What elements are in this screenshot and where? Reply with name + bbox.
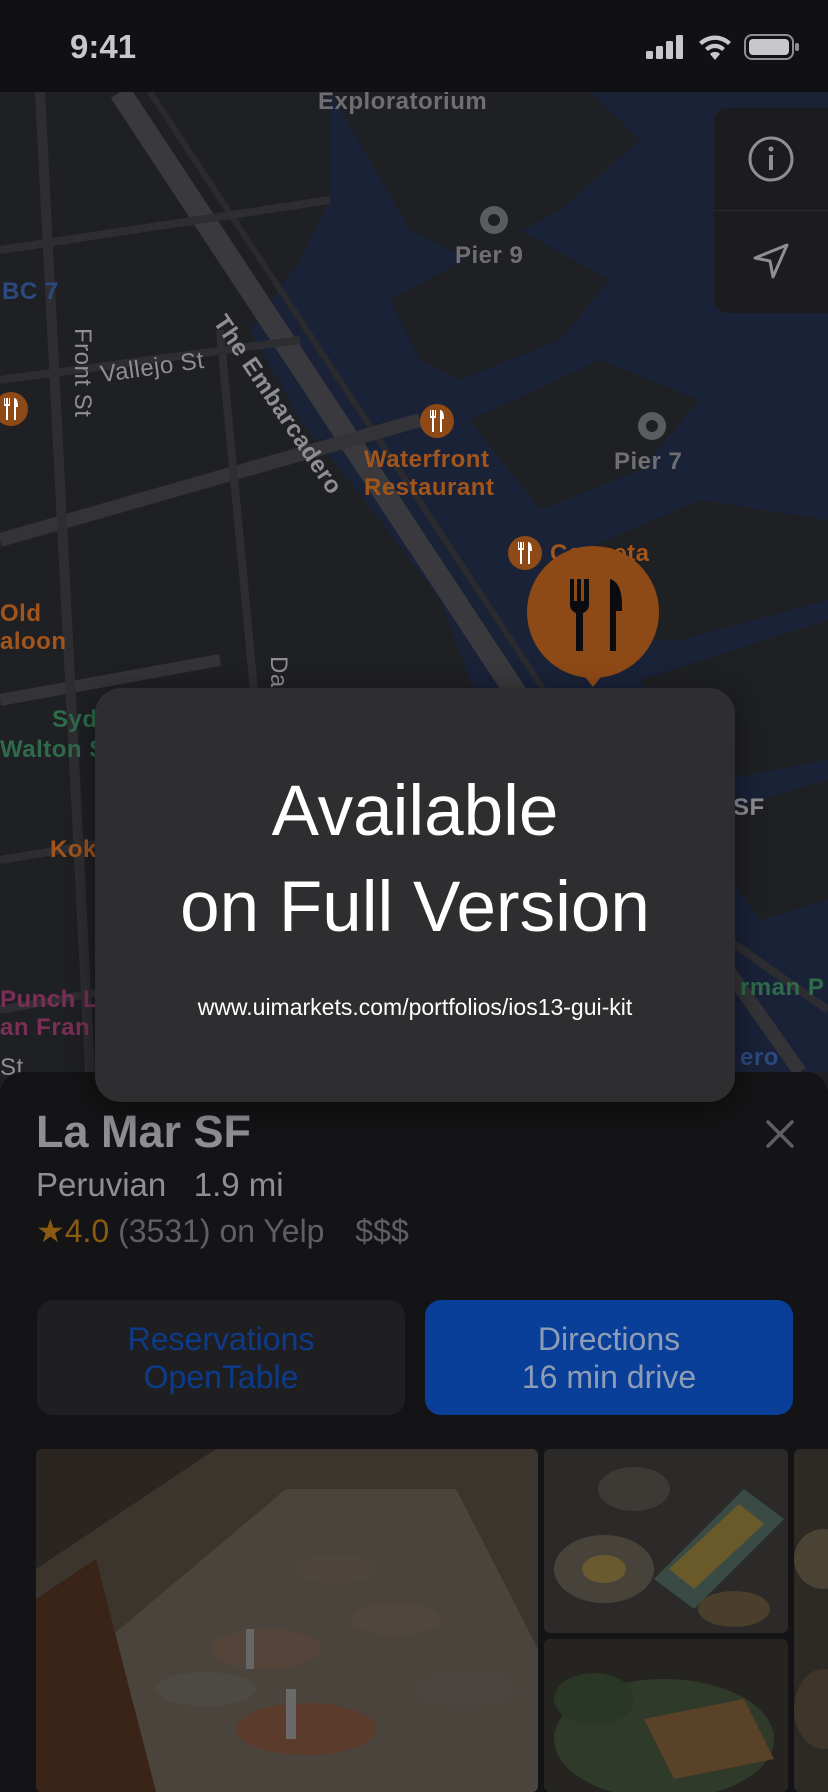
map-label-punch[interactable]: Punch L [0,986,98,1014]
reservations-button[interactable]: Reservations OpenTable [37,1300,405,1415]
fork-knife-pin-icon [527,546,659,687]
location-arrow-icon [753,243,789,279]
dish-photo [544,1639,788,1792]
map-label-pier-7[interactable]: Pier 7 [614,448,682,476]
cellular-signal-icon [646,35,683,59]
overlay-url-link[interactable]: www.uimarkets.com/portfolios/ios13-gui-k… [95,994,735,1021]
map-label-sf[interactable]: SF [733,794,765,822]
status-time: 9:41 [70,28,137,65]
pier-7-marker[interactable] [638,412,666,440]
place-card-sheet[interactable]: La Mar SF Peruvian 1.9 mi ★4.0 (3531) on… [0,1072,828,1792]
overlay-title: Available on Full Version [95,764,735,956]
current-location-button[interactable] [714,210,828,312]
overlay-title-line-2: on Full Version [180,868,650,947]
restaurant-poi-waterfront[interactable] [420,404,454,438]
map-label-exploratorium[interactable]: Exploratorium [318,88,487,116]
fork-knife-icon [430,410,444,432]
overlay-title-line-1: Available [271,772,559,851]
info-icon [748,136,794,182]
place-name: La Mar SF [36,1106,252,1157]
full-version-overlay: Available on Full Version www.uimarkets.… [95,688,735,1102]
map-label-rman[interactable]: rman P [740,974,824,1002]
status-bar: 9:41 [0,0,828,92]
photo-dining-table[interactable] [36,1449,538,1792]
map-label-franklin[interactable]: an Fran [0,1014,90,1042]
map-label-syd[interactable]: Syd [52,706,98,734]
directions-button[interactable]: Directions 16 min drive [425,1300,793,1415]
directions-label: Directions [537,1320,681,1357]
photo-gallery[interactable] [36,1449,828,1792]
status-icons [646,34,800,60]
rating-stars: ★4.0 [36,1213,110,1249]
map-label-saloon[interactable]: aloon [0,628,67,656]
price-level: $$$ [355,1213,409,1249]
reservations-label: Reservations [127,1320,315,1357]
map-label-pier-9[interactable]: Pier 9 [455,242,523,270]
map-label-kok[interactable]: Kok [50,836,97,864]
map-label-bc7[interactable]: BC 7 [2,278,59,306]
photo-partial[interactable] [794,1449,828,1792]
map-label-waterfront-2[interactable]: Restaurant [364,474,494,502]
rating-line[interactable]: ★4.0 (3531) on Yelp $$$ [36,1212,409,1250]
directions-sub: 16 min drive [521,1358,697,1395]
map-info-button[interactable] [714,108,828,211]
place-distance: 1.9 mi [193,1166,284,1203]
map-label-ero[interactable]: ero [740,1044,779,1072]
map-label-old[interactable]: Old [0,600,42,628]
wifi-icon [699,35,731,60]
plated-food-photo [544,1449,788,1633]
close-button[interactable] [758,1112,802,1156]
pier-9-marker[interactable] [480,206,508,234]
battery-icon [744,34,799,60]
partial-photo [794,1449,828,1792]
place-category: Peruvian [36,1166,167,1203]
close-icon [766,1120,794,1148]
map-controls [714,108,828,313]
map-label-da: Da [265,656,292,688]
map-label-front-st: Front St [69,328,96,418]
reservations-sub: OpenTable [143,1358,299,1395]
rating-reviews: (3531) on Yelp [118,1213,325,1249]
fork-knife-icon [4,398,18,420]
photo-dish[interactable] [544,1639,788,1792]
map-label-walton[interactable]: Walton S [0,736,106,764]
photo-plated-food[interactable] [544,1449,788,1633]
place-meta: Peruvian 1.9 mi [36,1166,284,1204]
selected-restaurant-pin[interactable] [526,545,660,690]
dining-table-photo [36,1449,538,1792]
map-label-waterfront-1[interactable]: Waterfront [364,446,489,474]
